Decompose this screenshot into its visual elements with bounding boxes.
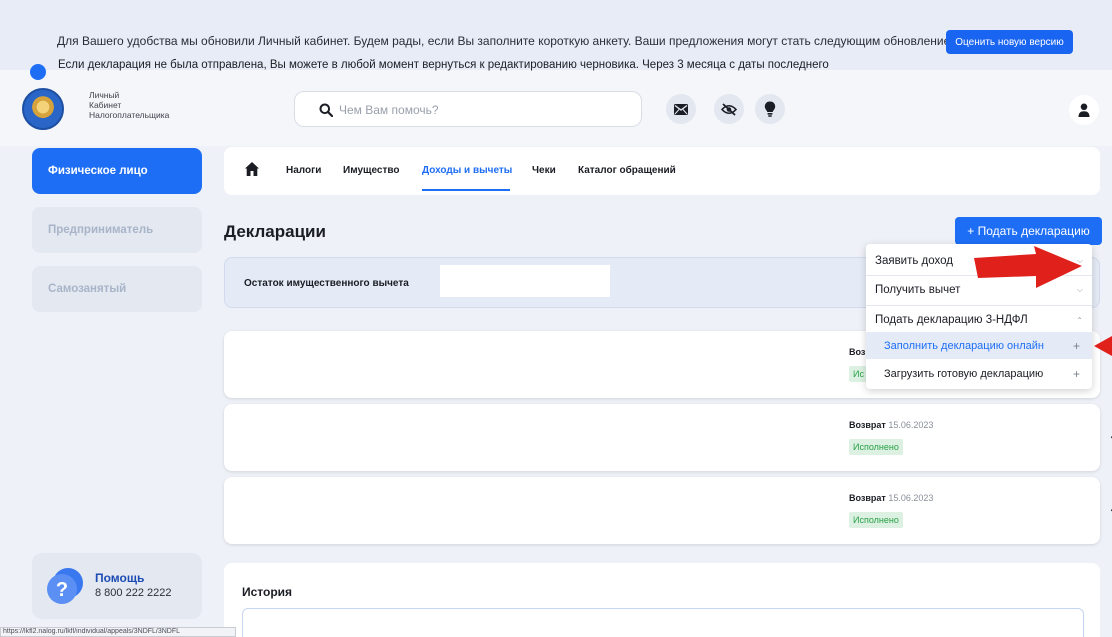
home-icon[interactable] (244, 161, 260, 177)
tab-receipts[interactable]: Чеки (532, 165, 556, 176)
balance-label: Остаток имущественного вычета (244, 278, 409, 289)
history-title: История (242, 585, 293, 599)
declaration-type: Возврат 15.06.2023 (849, 493, 934, 503)
logo-line-2: Кабинет (89, 100, 122, 110)
sidebar-item-individual[interactable]: Физическое лицо (32, 148, 202, 194)
user-icon (1078, 103, 1090, 117)
tab-appeals-catalog[interactable]: Каталог обращений (578, 165, 676, 176)
menu-divider (866, 305, 1092, 306)
sidebar-item-label: Самозанятый (48, 283, 127, 295)
search-icon (319, 103, 333, 117)
profile-button[interactable] (1069, 95, 1099, 125)
sidebar-item-self-employed[interactable]: Самозанятый (32, 266, 202, 312)
search-input[interactable] (339, 100, 619, 120)
mail-icon (674, 103, 688, 115)
search-box[interactable] (294, 91, 642, 127)
logo-line-1: Личный (89, 90, 120, 100)
menu-item-fill-online[interactable]: Заполнить декларацию онлайн + (866, 332, 1092, 359)
accessibility-button[interactable] (714, 94, 744, 124)
top-navigation: Налоги Имущество Доходы и вычеты Чеки Ка… (224, 147, 1100, 195)
banner-text: Для Вашего удобства мы обновили Личный к… (57, 34, 959, 48)
red-arrow-icon (974, 246, 1082, 288)
header: Личный Кабинет Налогоплательщика (0, 70, 1112, 146)
help-title: Помощь (95, 571, 145, 585)
status-badge: Исполнено (849, 439, 903, 455)
fns-emblem-icon[interactable] (22, 88, 64, 130)
eye-off-icon (721, 102, 737, 116)
menu-item-upload-declaration[interactable]: Загрузить готовую декларацию + (866, 360, 1092, 387)
balance-value (440, 265, 610, 297)
page-title: Декларации (224, 222, 326, 241)
plus-icon: + (1072, 338, 1080, 353)
sidebar-item-entrepreneur[interactable]: Предприниматель (32, 207, 202, 253)
submit-declaration-button[interactable]: + Подать декларацию (955, 217, 1102, 245)
declaration-card[interactable]: Возврат 15.06.2023 Исполнено (224, 477, 1112, 544)
lightbulb-icon (764, 101, 776, 117)
sidebar-item-label: Предприниматель (48, 224, 154, 236)
info-icon (30, 64, 46, 80)
messages-button[interactable] (666, 94, 696, 124)
tips-button[interactable] (755, 94, 785, 124)
help-icon: ? (47, 568, 83, 604)
tab-income-deductions[interactable]: Доходы и вычеты (422, 165, 512, 176)
sidebar-item-label: Физическое лицо (48, 165, 148, 177)
plus-icon: + (1072, 366, 1080, 381)
active-tab-indicator (422, 189, 510, 191)
tab-property[interactable]: Имущество (343, 165, 399, 176)
help-widget[interactable]: ? Помощь 8 800 222 2222 (32, 553, 202, 619)
history-info-text: Если декларация не была отправлена, Вы м… (58, 59, 829, 71)
declaration-card[interactable]: Возврат 15.06.2023 Исполнено (224, 404, 1112, 471)
svg-text:?: ? (56, 579, 68, 601)
rate-new-version-button[interactable]: Оценить новую версию (946, 30, 1073, 54)
tab-taxes[interactable]: Налоги (286, 165, 321, 176)
logo-line-3: Налогоплательщика (89, 110, 170, 120)
help-phone: 8 800 222 2222 (95, 587, 172, 599)
red-arrow-icon (1094, 336, 1112, 356)
logo-text[interactable]: Личный Кабинет Налогоплательщика (89, 90, 169, 120)
browser-status-url: https://lkfl2.nalog.ru/lkfl/individual/a… (0, 627, 236, 637)
menu-item-submit-3ndfl[interactable]: Подать декларацию 3-НДФЛ ⌃ (866, 308, 1092, 332)
chevron-up-icon: ⌃ (1076, 315, 1083, 325)
declaration-type: Возврат 15.06.2023 (849, 420, 934, 430)
history-info-box (242, 608, 1084, 637)
history-section: История (224, 563, 1100, 637)
status-badge: Исполнено (849, 512, 903, 528)
